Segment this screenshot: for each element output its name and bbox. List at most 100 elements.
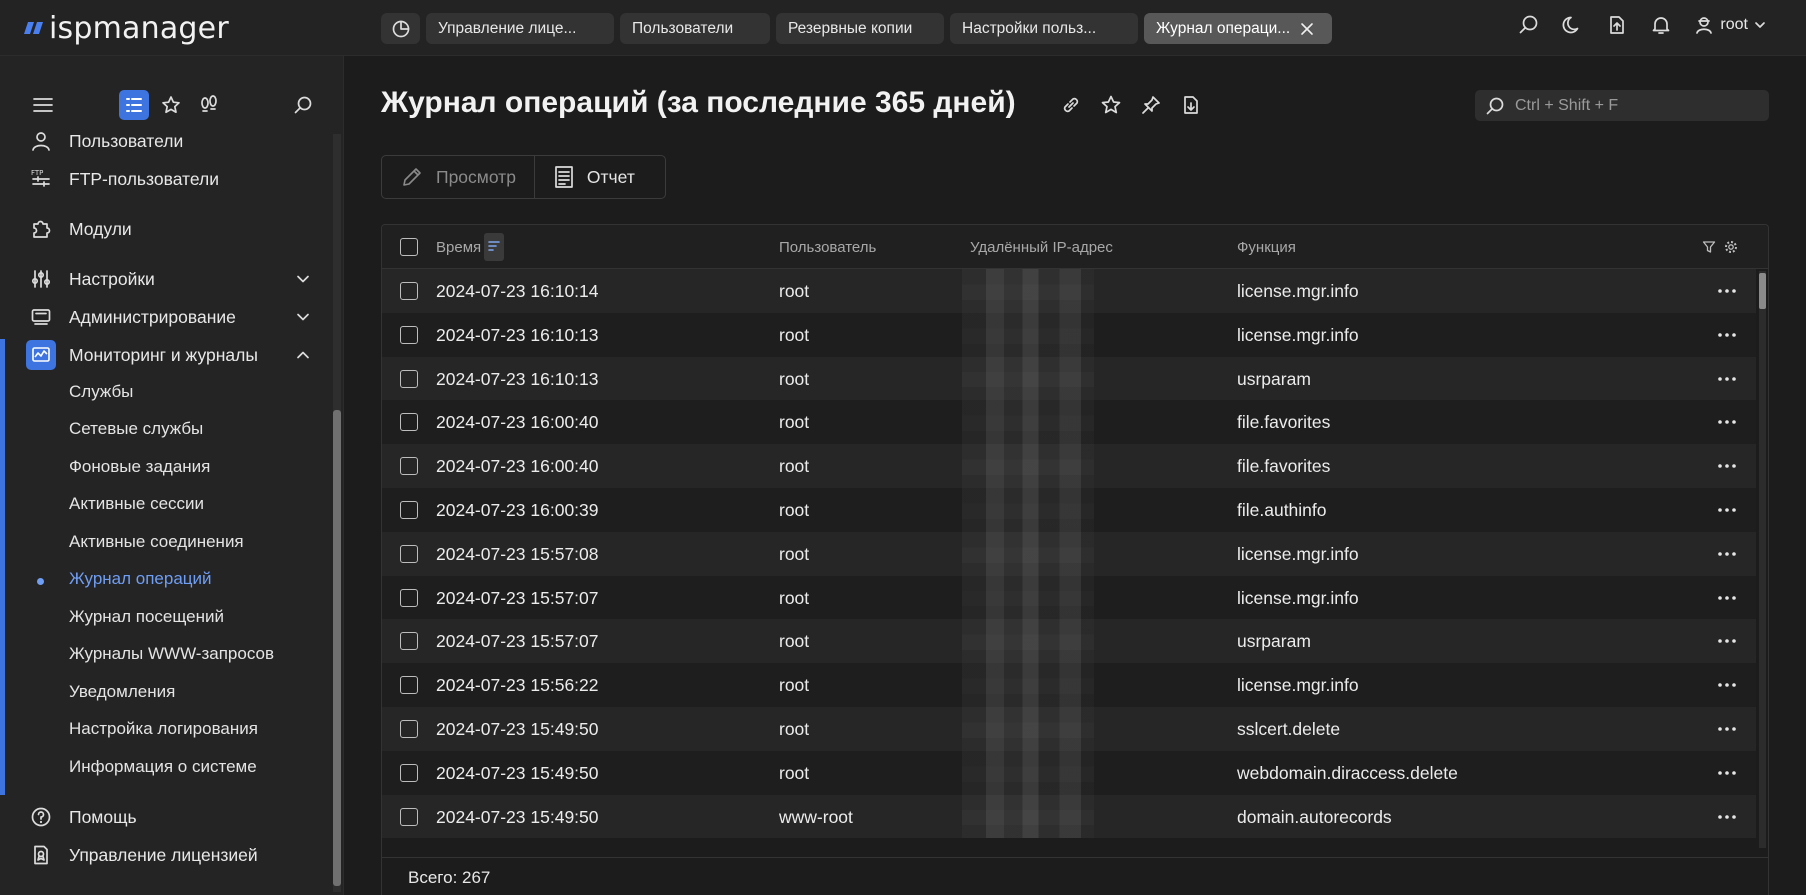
pin-icon[interactable] (1140, 94, 1162, 116)
star-icon[interactable] (1100, 94, 1122, 116)
more-actions-icon[interactable] (1717, 544, 1737, 564)
table-scrollbar-thumb[interactable] (1759, 273, 1766, 309)
sidebar-subitem-system-info[interactable]: Информация о системе (69, 753, 257, 781)
row-checkbox[interactable] (400, 632, 418, 651)
table-row[interactable]: 2024-07-23 16:10:13 root license.mgr.info (382, 312, 1756, 357)
row-checkbox[interactable] (400, 807, 418, 826)
sidebar-item-ftp-users[interactable]: FTP FTP-пользователи (26, 163, 322, 195)
view-button[interactable]: Просмотр (382, 156, 534, 198)
report-button[interactable]: Отчет (533, 156, 653, 198)
row-checkbox[interactable] (400, 457, 418, 476)
cell-function: file.favorites (1237, 456, 1331, 477)
select-all-checkbox[interactable] (400, 238, 418, 256)
tab-operations-log[interactable]: Журнал операци... (1144, 13, 1332, 44)
more-actions-icon[interactable] (1717, 369, 1737, 389)
cell-remote-ip-redacted (962, 794, 1094, 839)
table-row[interactable]: 2024-07-23 16:10:14 root license.mgr.info (382, 269, 1756, 313)
table-row[interactable]: 2024-07-23 15:57:08 root license.mgr.info (382, 531, 1756, 576)
tab-dashboard[interactable] (381, 13, 420, 44)
more-actions-icon[interactable] (1717, 281, 1737, 301)
more-actions-icon[interactable] (1717, 412, 1737, 432)
search-input[interactable] (1515, 96, 1755, 115)
hamburger-menu-icon[interactable] (28, 90, 58, 120)
user-menu[interactable]: root (1694, 15, 1766, 35)
row-checkbox[interactable] (400, 413, 418, 432)
more-actions-icon[interactable] (1717, 588, 1737, 608)
row-checkbox[interactable] (400, 500, 418, 519)
column-header-time[interactable]: Время (436, 239, 481, 256)
more-actions-icon[interactable] (1717, 325, 1737, 345)
table-row[interactable]: 2024-07-23 16:00:40 root file.favorites (382, 400, 1756, 445)
column-header-user[interactable]: Пользователь (779, 239, 876, 256)
tab-user-settings[interactable]: Настройки польз... (950, 13, 1138, 44)
sidebar-subitem-active-connections[interactable]: Активные соединения (69, 528, 244, 556)
bell-icon[interactable] (1650, 14, 1672, 36)
table-row[interactable]: 2024-07-23 15:57:07 root usrparam (382, 619, 1756, 664)
sidebar-scrollbar[interactable] (333, 134, 341, 892)
more-actions-icon[interactable] (1717, 807, 1737, 827)
table-row[interactable]: 2024-07-23 16:00:39 root file.authinfo (382, 487, 1756, 532)
sidebar-scrollbar-thumb[interactable] (333, 410, 341, 886)
sidebar-item-administration[interactable]: Администрирование (26, 301, 322, 333)
row-checkbox[interactable] (400, 544, 418, 563)
link-icon[interactable] (1060, 94, 1082, 116)
upload-file-icon[interactable] (1606, 14, 1628, 36)
sort-icon[interactable] (484, 233, 504, 261)
license-icon (26, 840, 56, 870)
table-row[interactable]: 2024-07-23 15:49:50 root webdomain.diracce… (382, 750, 1756, 795)
sidebar-subitem-visits-log[interactable]: Журнал посещений (69, 603, 224, 631)
row-checkbox[interactable] (400, 588, 418, 607)
user-avatar-icon (1696, 17, 1713, 34)
sidebar-item-settings[interactable]: Настройки (26, 263, 322, 295)
page-search[interactable] (1475, 90, 1769, 121)
table-row[interactable]: 2024-07-23 16:00:40 root file.favorites (382, 444, 1756, 488)
table-scrollbar[interactable] (1759, 271, 1766, 848)
sidebar-subitem-notifications[interactable]: Уведомления (69, 678, 175, 706)
theme-moon-icon[interactable] (1562, 14, 1584, 36)
table-row[interactable]: 2024-07-23 15:56:22 root license.mgr.info (382, 663, 1756, 707)
sidebar-subitem-operations-log[interactable]: Журнал операций (69, 565, 212, 593)
table-row[interactable]: 2024-07-23 15:57:07 root license.mgr.info (382, 575, 1756, 620)
sidebar-item-help[interactable]: Помощь (26, 801, 322, 833)
more-actions-icon[interactable] (1717, 719, 1737, 739)
row-checkbox[interactable] (400, 719, 418, 738)
sidebar-subitem-background-tasks[interactable]: Фоновые задания (69, 453, 210, 481)
search-icon[interactable] (1518, 14, 1540, 36)
table-row[interactable]: 2024-07-23 16:10:13 root usrparam (382, 356, 1756, 401)
close-tab-icon[interactable] (1300, 22, 1314, 36)
tab-license-management[interactable]: Управление лице... (426, 13, 614, 44)
list-view-icon[interactable] (119, 90, 149, 120)
sidebar-item-modules[interactable]: Модули (26, 213, 322, 245)
export-file-icon[interactable] (1180, 94, 1202, 116)
brand-logo[interactable]: ispmanager (24, 9, 229, 47)
row-checkbox[interactable] (400, 676, 418, 695)
sidebar-item-users[interactable]: Пользователи (26, 125, 322, 157)
gear-icon[interactable] (1724, 240, 1738, 254)
more-actions-icon[interactable] (1717, 675, 1737, 695)
column-header-remote-ip[interactable]: Удалённый IP-адрес (970, 239, 1113, 256)
more-actions-icon[interactable] (1717, 500, 1737, 520)
sidebar-subitem-logging-settings[interactable]: Настройка логирования (69, 715, 258, 743)
row-checkbox[interactable] (400, 325, 418, 344)
row-checkbox[interactable] (400, 369, 418, 388)
sidebar-subitem-www-logs[interactable]: Журналы WWW-запросов (69, 640, 274, 668)
sidebar-item-license[interactable]: Управление лицензией (26, 839, 322, 871)
filter-icon[interactable] (1702, 240, 1716, 254)
sidebar-search-icon[interactable] (288, 90, 318, 120)
row-checkbox[interactable] (400, 763, 418, 782)
sidebar-subitem-active-sessions[interactable]: Активные сессии (69, 490, 204, 518)
tab-backups[interactable]: Резервные копии (776, 13, 944, 44)
more-actions-icon[interactable] (1717, 763, 1737, 783)
row-checkbox[interactable] (400, 282, 418, 300)
sidebar-subitem-services[interactable]: Службы (69, 378, 133, 406)
more-actions-icon[interactable] (1717, 631, 1737, 651)
table-row[interactable]: 2024-07-23 15:49:50 root sslcert.delete (382, 706, 1756, 751)
column-header-function[interactable]: Функция (1237, 239, 1296, 256)
sidebar-subitem-network-services[interactable]: Сетевые службы (69, 415, 203, 443)
sidebar-item-monitoring[interactable]: Мониторинг и журналы (26, 339, 322, 371)
table-row[interactable]: 2024-07-23 15:49:50 www-root domain.autore… (382, 794, 1756, 839)
favorites-star-icon[interactable] (156, 90, 186, 120)
footsteps-history-icon[interactable] (194, 90, 224, 120)
tab-users[interactable]: Пользователи (620, 13, 770, 44)
more-actions-icon[interactable] (1717, 456, 1737, 476)
